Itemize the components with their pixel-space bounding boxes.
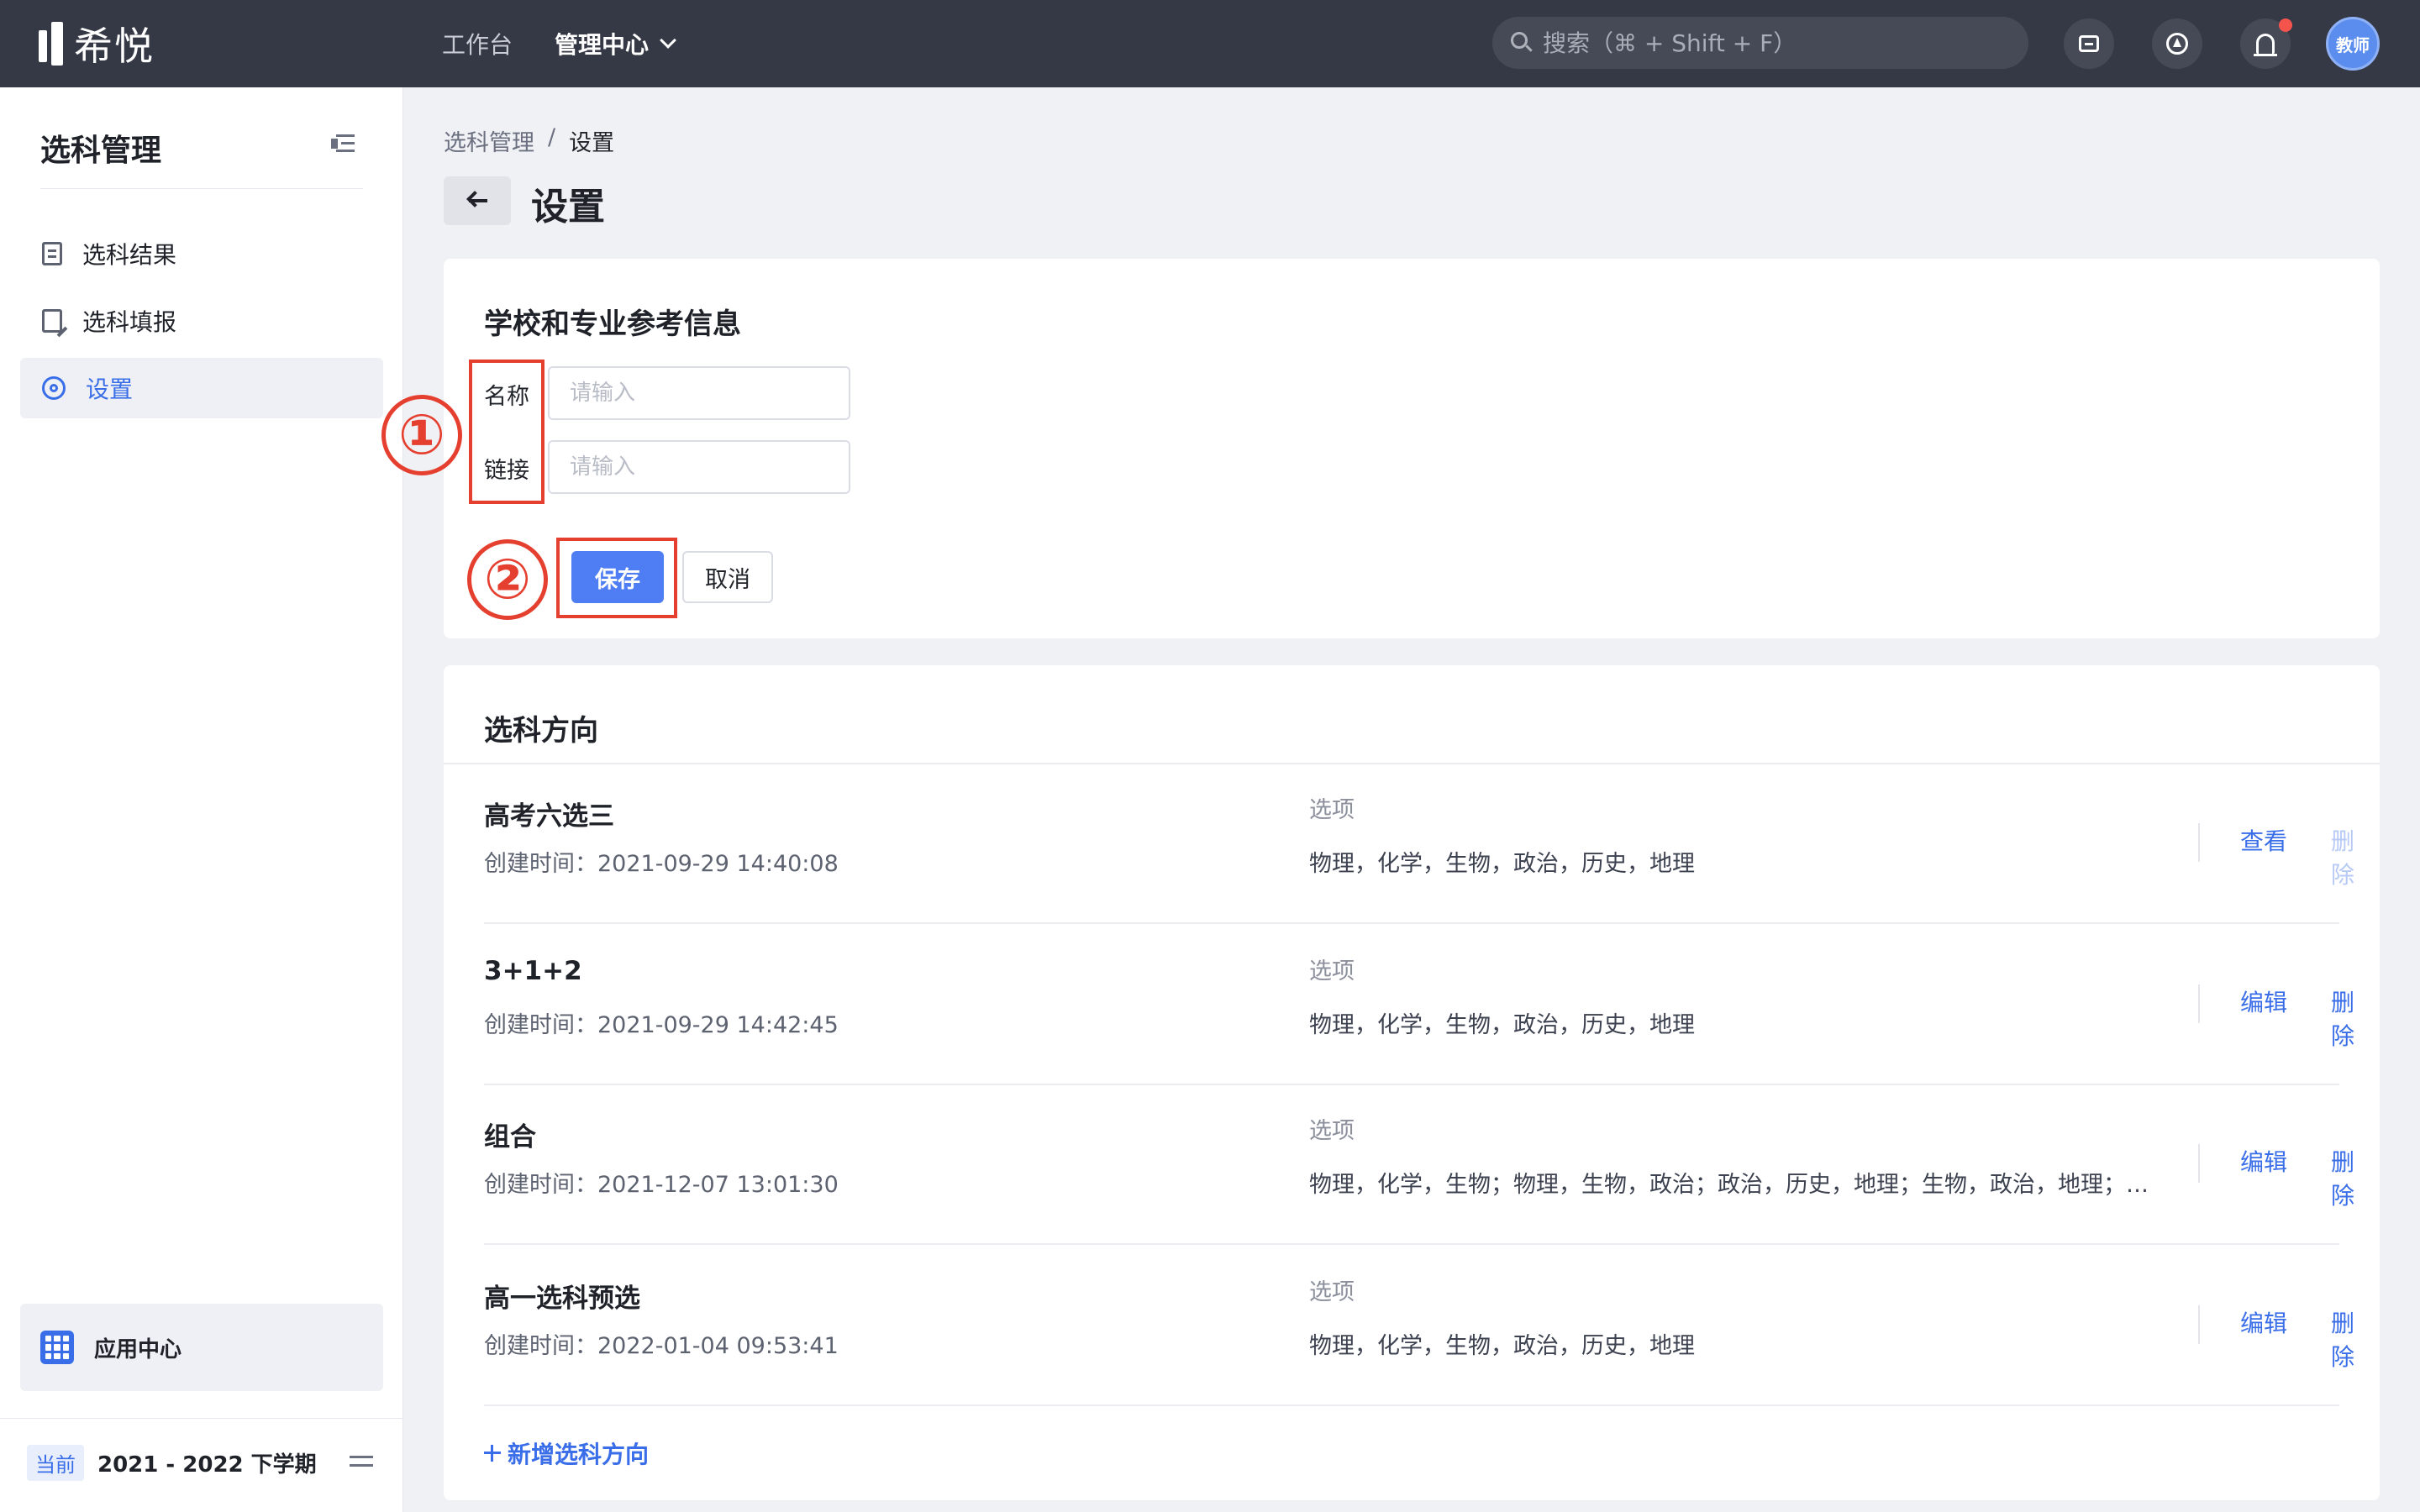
sidebar-item-label: 选科填报 <box>82 308 177 336</box>
direction-created-time: 创建时间：2021-09-29 14:42:45 <box>484 1012 839 1038</box>
sidebar-item-results[interactable]: 选科结果 <box>20 223 383 284</box>
options-value: 物理，化学，生物；物理，生物，政治；政治，历史，地理；生物，政治，地理；化学，生… <box>1309 1172 2149 1198</box>
reference-card-title: 学校和专业参考信息 <box>484 307 741 341</box>
term-label: 2021 - 2022 下学期 <box>97 1452 317 1478</box>
breadcrumb: 选科管理 / 设置 <box>444 124 614 157</box>
add-direction-button[interactable]: 新增选科方向 <box>484 1436 649 1470</box>
chevron-down-icon <box>660 32 676 49</box>
edit-button[interactable]: 编辑 <box>2240 1305 2287 1339</box>
breadcrumb-separator: / <box>548 124 556 150</box>
current-term: 当前 2021 - 2022 下学期 <box>27 1445 317 1481</box>
back-button[interactable] <box>444 176 511 225</box>
annotation-marker-1: ① <box>381 395 462 475</box>
nav-management-label: 管理中心 <box>555 31 650 59</box>
options-label: 选项 <box>1309 1279 1355 1305</box>
delete-button[interactable]: 删除 <box>2331 1305 2354 1373</box>
options-value: 物理，化学，生物，政治，历史，地理 <box>1309 1012 1695 1038</box>
direction-name: 组合 <box>484 1122 536 1152</box>
app-center-label: 应用中心 <box>94 1336 182 1362</box>
link-input[interactable] <box>548 440 850 494</box>
sidebar-item-submission[interactable]: 选科填报 <box>20 291 383 351</box>
logo-text: 希悦 <box>74 24 155 69</box>
annotation-box-2 <box>556 538 677 618</box>
direction-created-time: 创建时间：2021-09-29 14:40:08 <box>484 851 839 877</box>
sidebar-item-label: 选科结果 <box>82 241 177 269</box>
options-label: 选项 <box>1309 797 1355 823</box>
options-value: 物理，化学，生物，政治，历史，地理 <box>1309 851 1695 877</box>
direction-created-time: 创建时间：2022-01-04 09:53:41 <box>484 1333 839 1359</box>
options-label: 选项 <box>1309 958 1355 984</box>
app-store-icon <box>2166 33 2188 55</box>
list-item: 高考六选三 创建时间：2021-09-29 14:40:08 选项 物理，化学，… <box>484 764 2354 924</box>
sidebar-item-label: 设置 <box>86 375 134 403</box>
options-label: 选项 <box>1309 1118 1355 1144</box>
global-search[interactable] <box>1492 17 2028 69</box>
sidebar-bottom-divider <box>0 1418 403 1419</box>
plus-icon <box>484 1445 501 1462</box>
direction-name: 3+1+2 <box>484 956 582 986</box>
options-value: 物理，化学，生物，政治，历史，地理 <box>1309 1333 1695 1359</box>
delete-button[interactable]: 删除 <box>2331 823 2354 890</box>
app-center-button[interactable]: 应用中心 <box>20 1304 383 1391</box>
notification-dot <box>2279 18 2292 32</box>
brand-logo[interactable]: 希悦 <box>39 20 155 69</box>
direction-created-time: 创建时间：2021-12-07 13:01:30 <box>484 1172 839 1198</box>
delete-button[interactable]: 删除 <box>2331 984 2354 1052</box>
action-divider <box>2198 823 2200 862</box>
bell-icon <box>2254 34 2277 56</box>
action-divider <box>2198 1144 2200 1183</box>
annotation-box-1 <box>469 360 544 504</box>
sidebar-title: 选科管理 <box>40 134 162 168</box>
message-button[interactable] <box>2064 18 2114 69</box>
top-nav: 工作台 管理中心 <box>442 0 676 87</box>
nav-workbench[interactable]: 工作台 <box>442 27 513 60</box>
sidebar-item-settings[interactable]: 设置 <box>20 358 383 418</box>
directions-card-title: 选科方向 <box>484 714 598 748</box>
nav-workbench-label: 工作台 <box>442 31 513 59</box>
add-direction-label: 新增选科方向 <box>508 1441 650 1468</box>
delete-button[interactable]: 删除 <box>2331 1144 2354 1211</box>
action-divider <box>2198 1305 2200 1344</box>
chat-icon <box>2079 35 2099 52</box>
direction-name: 高一选科预选 <box>484 1284 640 1314</box>
search-input[interactable] <box>1543 29 2013 57</box>
name-input[interactable] <box>548 366 850 420</box>
top-bar: 希悦 工作台 管理中心 教师 <box>0 0 2420 87</box>
logo-mark-icon <box>39 22 66 66</box>
arrow-left-icon <box>466 191 487 209</box>
list-item: 组合 创建时间：2021-12-07 13:01:30 选项 物理，化学，生物；… <box>484 1085 2354 1245</box>
page-title: 设置 <box>531 186 605 228</box>
document-icon <box>42 242 62 265</box>
list-item: 3+1+2 创建时间：2021-09-29 14:42:45 选项 物理，化学，… <box>484 926 2354 1085</box>
reference-info-card: 学校和专业参考信息 名称 链接 保存 取消 <box>444 259 2380 638</box>
collapse-menu-icon[interactable] <box>331 133 355 155</box>
action-divider <box>2198 984 2200 1023</box>
list-item: 高一选科预选 创建时间：2022-01-04 09:53:41 选项 物理，化学… <box>484 1247 2354 1406</box>
breadcrumb-parent[interactable]: 选科管理 <box>444 124 534 157</box>
search-icon <box>1509 30 1534 55</box>
switch-term-icon[interactable] <box>350 1448 375 1473</box>
annotation-marker-2: ② <box>467 539 548 620</box>
sidebar-divider <box>40 188 363 189</box>
view-button[interactable]: 查看 <box>2240 823 2287 857</box>
gear-icon <box>42 376 66 400</box>
direction-name: 高考六选三 <box>484 801 614 832</box>
sidebar: 选科管理 选科结果 选科填报 设置 应用中心 当前 2021 - 2022 下学… <box>0 87 403 1512</box>
cancel-button[interactable]: 取消 <box>682 551 773 603</box>
edit-button[interactable]: 编辑 <box>2240 984 2287 1018</box>
directions-card: 选科方向 高考六选三 创建时间：2021-09-29 14:40:08 选项 物… <box>444 665 2380 1500</box>
term-badge: 当前 <box>27 1445 84 1481</box>
app-store-button[interactable] <box>2152 18 2202 69</box>
edit-document-icon <box>42 309 62 333</box>
app-grid-icon <box>40 1331 74 1364</box>
avatar[interactable]: 教师 <box>2326 17 2380 71</box>
edit-button[interactable]: 编辑 <box>2240 1144 2287 1178</box>
breadcrumb-current: 设置 <box>569 130 615 156</box>
nav-management-center[interactable]: 管理中心 <box>555 27 676 60</box>
